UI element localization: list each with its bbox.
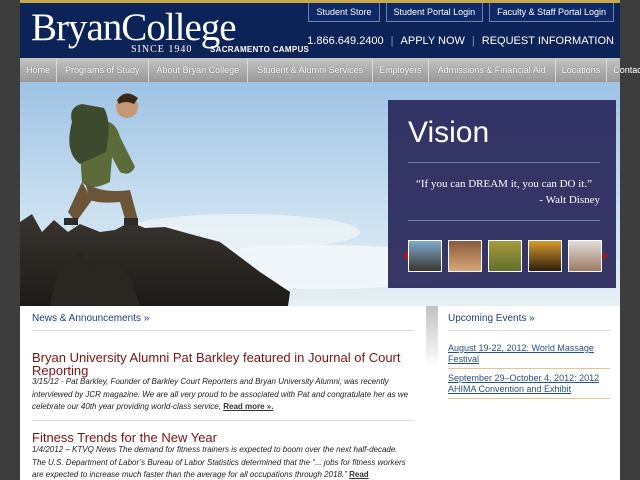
student-store-link[interactable]: Student Store [308, 3, 380, 22]
separator: | [390, 35, 394, 47]
carousel-thumb-hiker[interactable] [408, 240, 442, 272]
nav-item-employers[interactable]: Employers [373, 58, 429, 82]
event-link[interactable]: September 29–October 4, 2012: 2012 AHIMA… [448, 373, 610, 395]
carousel-thumbnails [408, 240, 602, 272]
article-text: 3/15/12 - Pat Barkley, Founder of Barkle… [32, 377, 409, 411]
vision-title: Vision [408, 116, 490, 149]
apply-now-link[interactable]: APPLY NOW [401, 35, 465, 47]
divider [408, 220, 600, 221]
divider [32, 420, 414, 421]
column-divider [426, 306, 438, 366]
carousel-thumb-group[interactable] [488, 240, 522, 272]
utility-links: Student Store Student Portal Login Facul… [308, 3, 614, 22]
event-link[interactable]: August 19-22, 2012: World Massage Festiv… [448, 343, 610, 365]
nav-item-locations[interactable]: Locations [556, 58, 608, 82]
nav-item-about[interactable]: About Bryan College [149, 58, 249, 82]
nav-item-home[interactable]: Home [20, 58, 58, 82]
divider [448, 330, 610, 331]
contact-row: 1.866.649.2400 | APPLY NOW | REQUEST INF… [307, 35, 614, 47]
site-header: BryanCollege SINCE 1940 SACRAMENTO CAMPU… [20, 0, 620, 58]
main-nav: Home Programs of Study About Bryan Colle… [20, 58, 640, 82]
divider [448, 368, 610, 369]
nav-item-admissions-financial-aid[interactable]: Admissions & Financial Aid [429, 58, 556, 82]
student-portal-login-link[interactable]: Student Portal Login [385, 3, 484, 22]
read-more-link[interactable]: Read [349, 470, 369, 479]
main-content: News & Announcements » Bryan University … [20, 306, 620, 480]
campus-label: SACRAMENTO CAMPUS [210, 45, 310, 54]
carousel-thumb-fitness[interactable] [448, 240, 482, 272]
nav-item-student-alumni-services[interactable]: Student & Alumni Services [248, 58, 374, 82]
read-more-link[interactable]: Read more ». [223, 402, 273, 411]
carousel-thumb-silhouette[interactable] [528, 240, 562, 272]
vision-panel: Vision “If you can DREAM it, you can DO … [388, 100, 616, 288]
carousel-next-arrow-icon[interactable] [603, 252, 608, 260]
vision-attribution: - Walt Disney [539, 194, 600, 206]
vision-quote: “If you can DREAM it, you can DO it.” [416, 178, 592, 190]
phone-number[interactable]: 1.866.649.2400 [307, 35, 383, 47]
divider [448, 398, 610, 399]
nav-item-contact-us[interactable]: Contact Us [607, 58, 640, 82]
article-title[interactable]: Bryan University Alumni Pat Barkley feat… [32, 351, 414, 377]
divider [408, 162, 600, 163]
divider [32, 330, 414, 331]
news-announcements-heading[interactable]: News & Announcements » [32, 313, 149, 324]
request-information-link[interactable]: REQUEST INFORMATION [482, 35, 614, 47]
separator: | [471, 35, 475, 47]
nav-item-programs-of-study[interactable]: Programs of Study [57, 58, 149, 82]
carousel-thumb-people[interactable] [568, 240, 602, 272]
hero-banner: Vision “If you can DREAM it, you can DO … [20, 82, 620, 306]
article-title[interactable]: Fitness Trends for the New Year [32, 431, 414, 444]
upcoming-events-heading[interactable]: Upcoming Events » [448, 313, 535, 324]
left-page-margin [0, 0, 20, 480]
logo-since-text: SINCE 1940 [131, 44, 193, 55]
article-body: 1/4/2012 – KTVQ News The demand for fitn… [32, 444, 412, 480]
faculty-staff-portal-login-link[interactable]: Faculty & Staff Portal Login [489, 3, 614, 22]
article-body: 3/15/12 - Pat Barkley, Founder of Barkle… [32, 376, 412, 414]
